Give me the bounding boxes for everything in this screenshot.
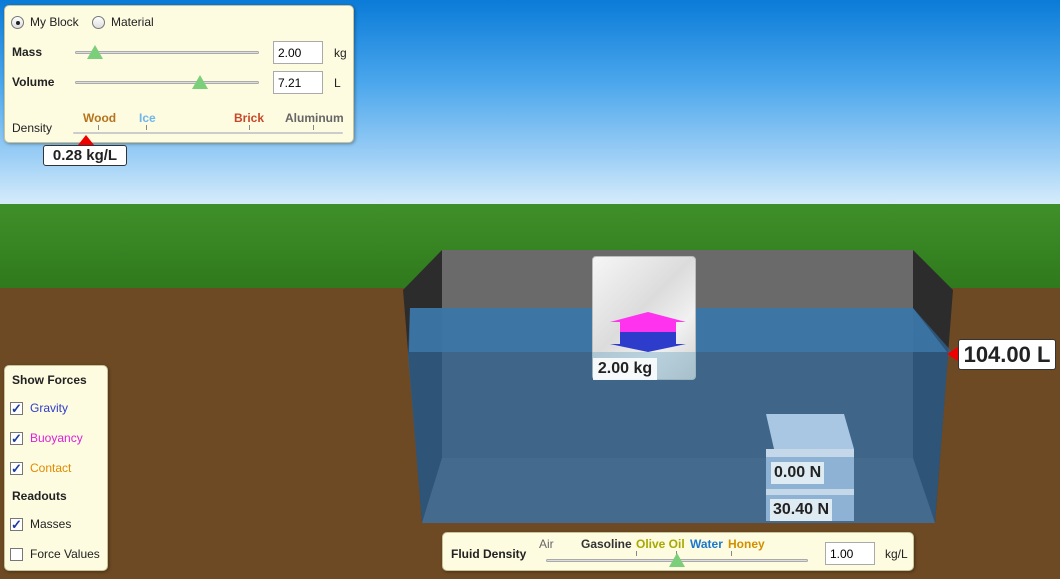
density-readout: 0.28 kg/L	[43, 145, 127, 166]
checkbox-contact[interactable]: ✓ Contact	[10, 461, 71, 475]
checkbox-contact-box[interactable]: ✓	[10, 461, 23, 475]
radio-material-label: Material	[111, 15, 154, 29]
checkbox-buoyancy-label: Buoyancy	[30, 431, 83, 445]
pool-volume-readout: 104.00 L	[958, 339, 1056, 370]
checkbox-masses-box[interactable]: ✓	[10, 517, 23, 531]
radio-material-indicator[interactable]	[92, 15, 105, 29]
density-tick	[249, 125, 250, 130]
scale-reading-bottom: 30.40 N	[770, 499, 833, 521]
checkbox-masses-label: Masses	[30, 517, 72, 531]
fluid-material-olive-oil[interactable]: Olive Oil	[636, 537, 685, 551]
density-material-wood[interactable]: Wood	[83, 111, 116, 125]
radio-my-block[interactable]: My Block	[11, 15, 79, 29]
mass-unit: kg	[334, 46, 347, 60]
volume-marker-icon	[947, 347, 958, 361]
mass-label: Mass	[12, 45, 43, 59]
radio-my-block-label: My Block	[30, 15, 79, 29]
volume-input[interactable]	[273, 71, 323, 94]
scale-middle-edge	[766, 489, 854, 495]
gravity-arrow-icon	[610, 332, 686, 352]
scale-reading-top: 0.00 N	[771, 462, 825, 484]
checkbox-gravity-label: Gravity	[30, 401, 69, 415]
fluid-material-water[interactable]: Water	[690, 537, 723, 551]
fluid-tick	[636, 551, 637, 556]
readouts-title: Readouts	[12, 489, 67, 503]
volume-slider-track[interactable]	[75, 81, 259, 84]
checkbox-gravity-box[interactable]: ✓	[10, 401, 23, 415]
force-arrows	[610, 312, 686, 352]
checkbox-gravity[interactable]: ✓ Gravity	[10, 401, 68, 415]
density-tick	[98, 125, 99, 130]
block-mass-label: 2.00 kg	[593, 358, 657, 380]
fluid-material-air[interactable]: Air	[539, 537, 554, 551]
density-tick	[313, 125, 314, 130]
checkbox-contact-label: Contact	[30, 461, 72, 475]
fluid-tick	[731, 551, 732, 556]
fluid-density-panel: Fluid Density Air Gasoline Olive Oil Wat…	[442, 532, 914, 571]
density-scale-track	[73, 132, 343, 134]
show-forces-title: Show Forces	[12, 373, 87, 387]
fluid-density-input[interactable]	[825, 542, 875, 565]
checkbox-buoyancy-box[interactable]: ✓	[10, 431, 23, 445]
checkbox-buoyancy[interactable]: ✓ Buoyancy	[10, 431, 83, 445]
scale-top	[766, 414, 854, 449]
radio-material[interactable]: Material	[92, 15, 154, 29]
density-material-ice[interactable]: Ice	[139, 111, 156, 125]
volume-slider-thumb[interactable]	[192, 75, 208, 89]
checkbox-force-values[interactable]: Force Values	[10, 547, 100, 561]
buoyancy-arrow-icon	[610, 312, 686, 332]
fluid-density-label: Fluid Density	[451, 547, 527, 561]
mass-slider-thumb[interactable]	[87, 45, 103, 59]
density-label: Density	[12, 121, 53, 135]
density-material-aluminum[interactable]: Aluminum	[285, 111, 344, 125]
fluid-density-unit: kg/L	[885, 547, 908, 561]
fluid-material-honey[interactable]: Honey	[728, 537, 765, 551]
block-control-panel: My Block Material Mass kg Volume L Densi…	[4, 5, 354, 143]
checkbox-force-values-label: Force Values	[30, 547, 100, 561]
checkbox-masses[interactable]: ✓ Masses	[10, 517, 71, 531]
volume-unit: L	[334, 76, 341, 90]
mass-input[interactable]	[273, 41, 323, 64]
scale-top-edge	[766, 449, 854, 457]
show-forces-panel: Show Forces ✓ Gravity ✓ Buoyancy ✓ Conta…	[4, 365, 108, 571]
density-marker-icon	[78, 135, 94, 145]
radio-my-block-indicator[interactable]	[11, 15, 24, 29]
fluid-material-gasoline[interactable]: Gasoline	[581, 537, 632, 551]
density-tick	[146, 125, 147, 130]
density-material-brick[interactable]: Brick	[234, 111, 264, 125]
fluid-density-slider-thumb[interactable]	[669, 553, 685, 567]
checkbox-force-values-box[interactable]	[10, 547, 23, 561]
volume-label: Volume	[12, 75, 55, 89]
